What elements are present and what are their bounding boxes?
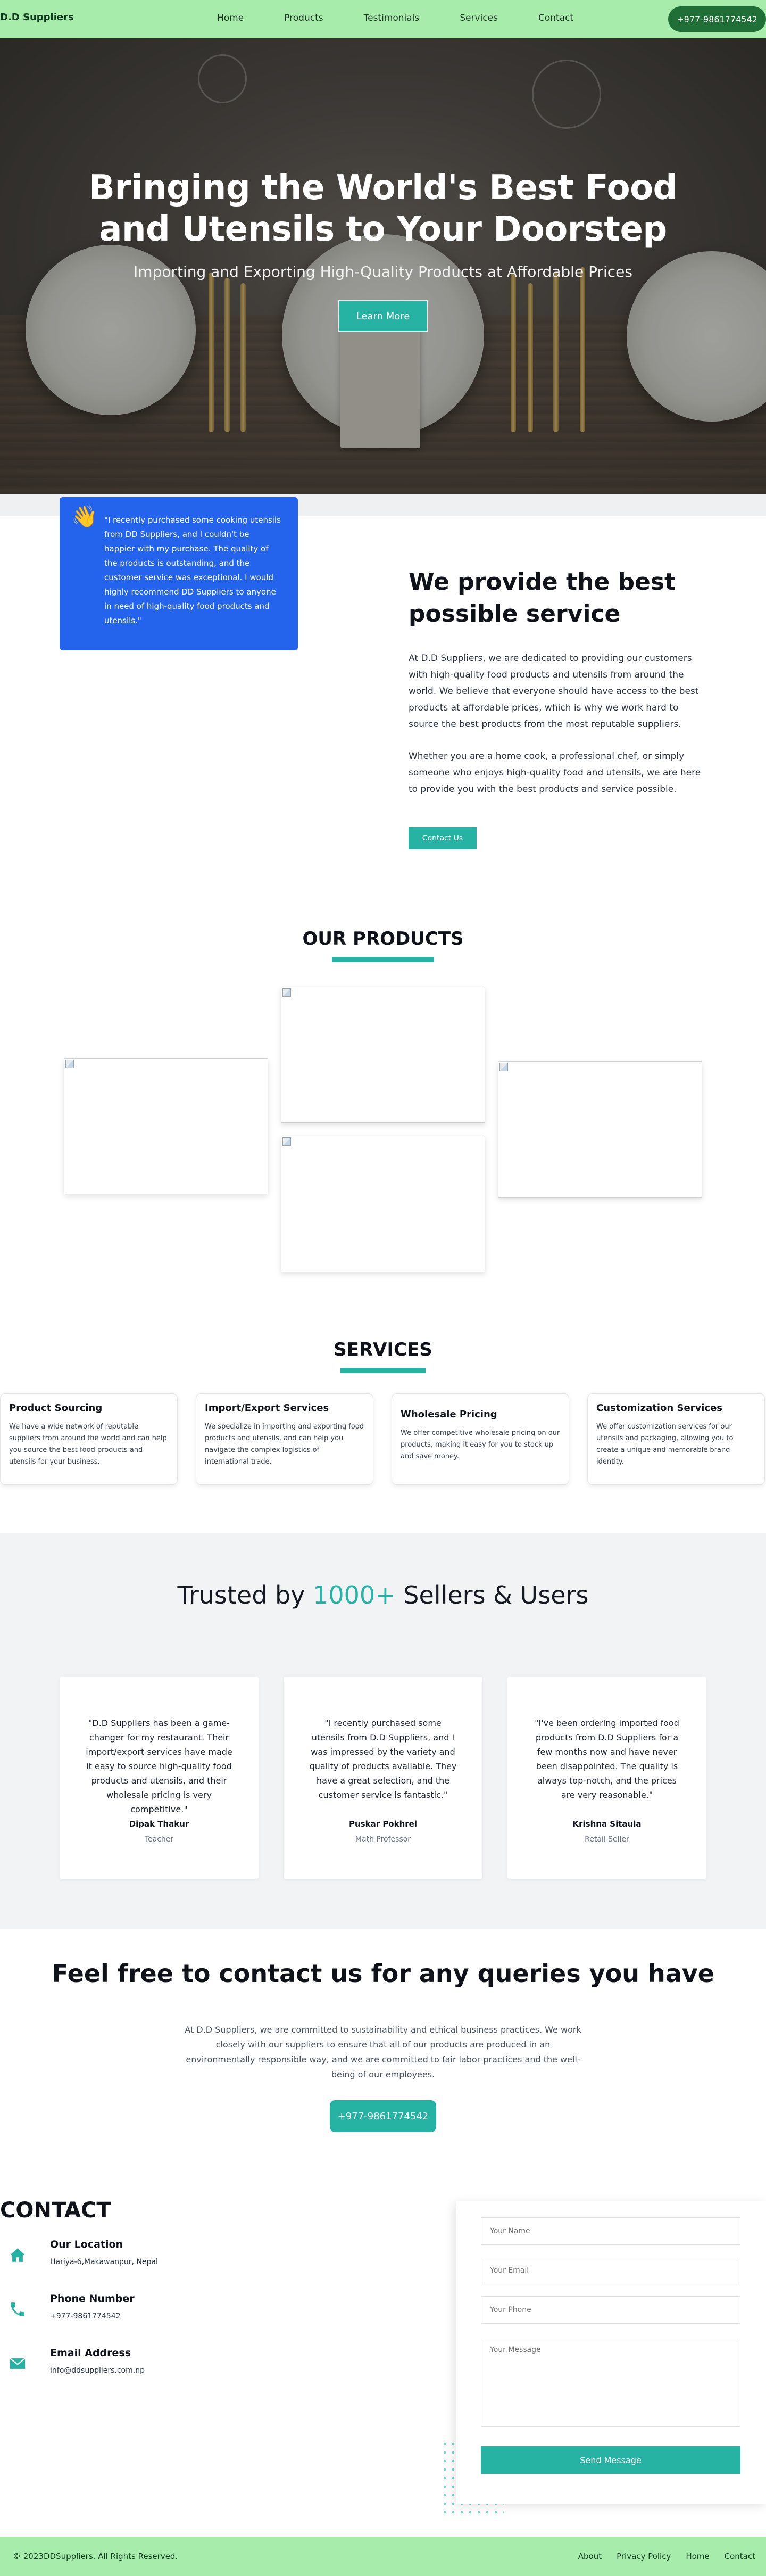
location-value: Hariya-6,Makawanpur, Nepal: [50, 2258, 158, 2266]
about-title: We provide the best possible service: [409, 568, 676, 628]
product-image[interactable]: [281, 1136, 485, 1272]
title-suffix: Sellers & Users: [395, 1581, 589, 1609]
home-icon: [10, 2248, 26, 2262]
testimonial-role: Retail Seller: [585, 1835, 629, 1844]
phone-label: Phone Number: [50, 2293, 135, 2305]
testimonial-quote: "I've been ordering imported food produc…: [535, 1718, 679, 1800]
service-title: Product Sourcing: [9, 1402, 103, 1414]
copyright: © 2023DDSuppliers. All Rights Reserved.: [13, 2552, 178, 2561]
footer-link-contact[interactable]: Contact: [725, 2552, 755, 2561]
footer-links: About Privacy Policy Home Contact: [563, 2552, 755, 2561]
testimonial-card: "I've been ordering imported food produc…: [507, 1677, 706, 1879]
nav-link-contact[interactable]: Contact: [538, 13, 573, 23]
brand-logo[interactable]: D.D Suppliers: [0, 12, 74, 23]
testimonial-card: "D.D Suppliers has been a game-changer f…: [60, 1677, 259, 1879]
service-card: Customization Services We offer customiz…: [587, 1393, 765, 1485]
footer-link-privacy[interactable]: Privacy Policy: [617, 2552, 671, 2561]
phone-input[interactable]: [481, 2296, 740, 2324]
about-paragraph: Whether you are a home cook, a professio…: [409, 751, 701, 795]
contact-email: Email Address info@ddsuppliers.com.np: [0, 2347, 234, 2379]
nav-link-products[interactable]: Products: [284, 13, 323, 23]
quote-text: "I recently purchased some cooking utens…: [104, 515, 281, 625]
testimonial-quote: "I recently purchased some utensils from…: [309, 1718, 457, 1800]
broken-image-icon: [282, 988, 291, 997]
testimonial-name: Dipak Thakur: [129, 1819, 189, 1829]
hero-title: Bringing the World's Best Food and Utens…: [89, 168, 677, 249]
email-label: Email Address: [50, 2347, 131, 2359]
hero-section: Bringing the World's Best Food and Utens…: [0, 38, 766, 494]
title-prefix: Trusted by: [177, 1581, 313, 1609]
services-title: SERVICES: [334, 1339, 432, 1360]
broken-image-icon: [499, 1063, 508, 1071]
product-image[interactable]: [281, 987, 485, 1123]
message-input[interactable]: [481, 2338, 740, 2427]
testimonial-card: "I recently purchased some utensils from…: [284, 1677, 482, 1879]
testimonial-role: Math Professor: [355, 1835, 411, 1844]
service-title: Wholesale Pricing: [401, 1409, 497, 1420]
testimonials-title: Trusted by 1000+ Sellers & Users: [0, 1580, 766, 1611]
broken-image-icon: [65, 1060, 74, 1068]
service-title: Customization Services: [596, 1402, 723, 1414]
email-input[interactable]: [481, 2257, 740, 2284]
contact-location: Our Location Hariya-6,Makawanpur, Nepal: [0, 2239, 234, 2270]
service-text: We have a wide network of reputable supp…: [9, 1423, 167, 1466]
navbar: D.D Suppliers Home Products Testimonials…: [0, 0, 766, 38]
send-message-button[interactable]: Send Message: [481, 2446, 740, 2474]
envelope-icon: [10, 2358, 26, 2369]
title-accent: 1000+: [313, 1581, 396, 1609]
testimonial-name: Krishna Sitaula: [572, 1819, 642, 1829]
nav-link-testimonials[interactable]: Testimonials: [364, 13, 420, 23]
service-text: We specialize in importing and exporting…: [205, 1423, 364, 1466]
nav-link-home[interactable]: Home: [217, 13, 244, 23]
email-value: info@ddsuppliers.com.np: [50, 2366, 145, 2375]
cta-phone-button[interactable]: +977-9861774542: [330, 2100, 436, 2132]
nav-phone-button[interactable]: +977-9861774542: [668, 6, 766, 32]
service-card: Product Sourcing We have a wide network …: [0, 1393, 178, 1485]
testimonials-section: Trusted by 1000+ Sellers & Users "D.D Su…: [0, 1533, 766, 1929]
about-paragraph: At D.D Suppliers, we are dedicated to pr…: [409, 653, 699, 730]
cta-title: Feel free to contact us for any queries …: [52, 1959, 714, 1988]
service-text: We offer competitive wholesale pricing o…: [401, 1429, 560, 1460]
contact-form: Send Message: [456, 2201, 766, 2504]
quote-card: 👋 "I recently purchased some cooking ute…: [60, 497, 298, 650]
name-input[interactable]: [481, 2217, 740, 2245]
broken-image-icon: [282, 1137, 291, 1146]
testimonial-quote: "D.D Suppliers has been a game-changer f…: [86, 1718, 232, 1814]
footer-link-home[interactable]: Home: [686, 2552, 709, 2561]
service-card: Import/Export Services We specialize in …: [196, 1393, 373, 1485]
footer-link-about[interactable]: About: [578, 2552, 602, 2561]
service-title: Import/Export Services: [205, 1402, 329, 1414]
contact-phone: Phone Number +977-9861774542: [0, 2293, 234, 2325]
service-card: Wholesale Pricing We offer competitive w…: [392, 1393, 569, 1485]
contact-us-button[interactable]: Contact Us: [409, 827, 477, 849]
waving-hand-icon: 👋: [71, 505, 98, 529]
nav-links: Home Products Testimonials Services Cont…: [217, 13, 614, 23]
nav-link-services[interactable]: Services: [460, 13, 498, 23]
testimonial-role: Teacher: [144, 1835, 174, 1844]
title-underline: [340, 1368, 426, 1373]
product-image[interactable]: [498, 1061, 702, 1198]
service-text: We offer customization services for our …: [596, 1423, 734, 1466]
location-label: Our Location: [50, 2239, 123, 2250]
product-image[interactable]: [64, 1058, 268, 1194]
learn-more-button[interactable]: Learn More: [338, 300, 428, 332]
title-underline: [332, 957, 434, 962]
phone-value: +977-9861774542: [50, 2312, 121, 2321]
testimonial-name: Puskar Pokhrel: [349, 1819, 417, 1829]
phone-icon: [11, 2302, 24, 2316]
footer: © 2023DDSuppliers. All Rights Reserved. …: [0, 2537, 766, 2576]
cta-paragraph: At D.D Suppliers, we are committed to su…: [185, 2025, 581, 2079]
products-title: OUR PRODUCTS: [302, 928, 464, 950]
contact-title: CONTACT: [0, 2198, 111, 2223]
hero-subtitle: Importing and Exporting High-Quality Pro…: [134, 263, 632, 280]
